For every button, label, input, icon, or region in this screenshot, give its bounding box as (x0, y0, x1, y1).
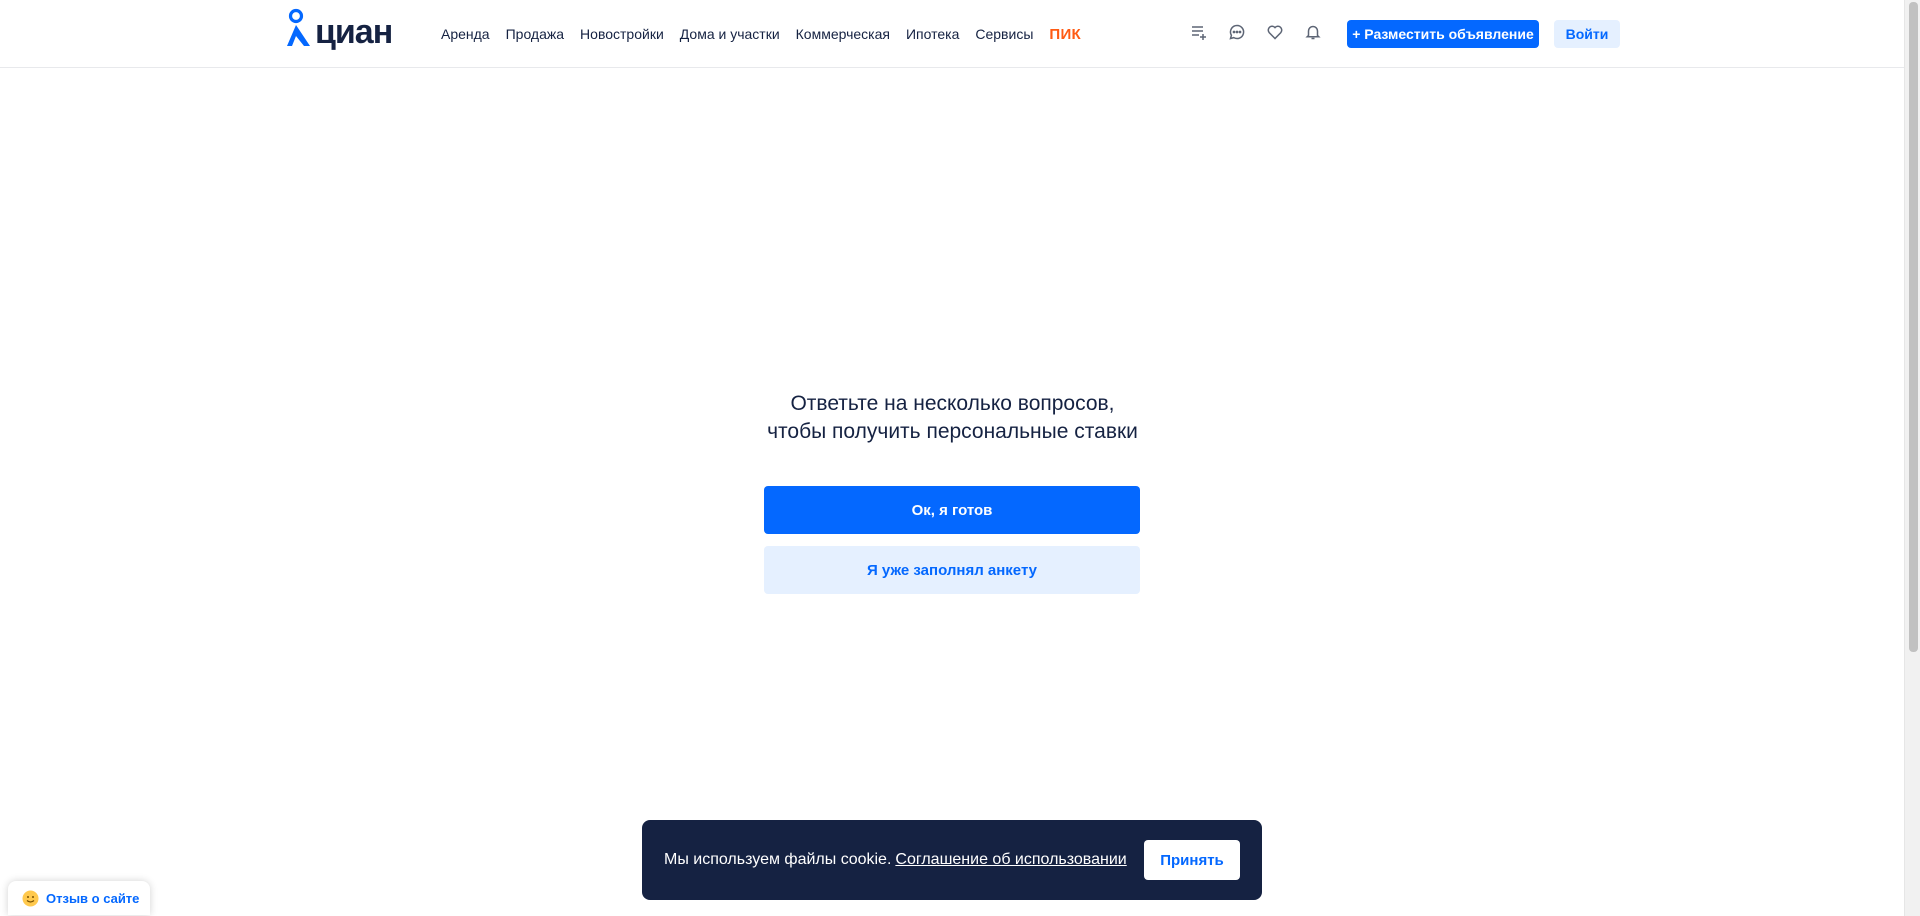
nav-sale[interactable]: Продажа (506, 26, 564, 42)
already-filled-button[interactable]: Я уже заполнял анкету (764, 546, 1140, 594)
heart-icon[interactable] (1256, 20, 1294, 44)
main-nav: Аренда Продажа Новостройки Дома и участк… (441, 24, 1081, 44)
nav-new-buildings[interactable]: Новостройки (580, 26, 664, 42)
ready-button[interactable]: Ок, я готов (764, 486, 1140, 534)
page-title: Ответьте на несколько вопросов, чтобы по… (700, 390, 1205, 446)
cookie-agreement-link[interactable]: Соглашение об использовании (895, 851, 1126, 869)
nav-pik[interactable]: ПИК (1049, 26, 1081, 43)
logo-text: циан (315, 13, 393, 51)
nav-commercial[interactable]: Коммерческая (796, 26, 890, 42)
login-button[interactable]: Войти (1554, 20, 1620, 48)
page: циан Аренда Продажа Новостройки Дома и у… (0, 0, 1920, 916)
cookie-text: Мы используем файлы cookie. (664, 851, 892, 868)
site-header: циан Аренда Продажа Новостройки Дома и у… (0, 0, 1904, 68)
title-line-2: чтобы получить персональные ставки (767, 420, 1138, 443)
header-icons (1180, 20, 1332, 44)
nav-rent[interactable]: Аренда (441, 26, 490, 42)
nav-mortgage[interactable]: Ипотека (906, 26, 959, 42)
cian-logo[interactable]: циан (283, 8, 393, 51)
logo-pin-icon (287, 8, 310, 46)
post-listing-button[interactable]: + Разместить объявление (1347, 20, 1539, 48)
nav-services[interactable]: Сервисы (975, 26, 1033, 42)
compare-list-icon[interactable] (1180, 20, 1218, 44)
feedback-label: Отзыв о сайте (46, 890, 140, 906)
vertical-scrollbar[interactable] (1904, 0, 1920, 916)
bell-icon[interactable] (1294, 20, 1332, 44)
feedback-button[interactable]: Отзыв о сайте (8, 881, 150, 915)
smile-icon (22, 890, 39, 906)
title-line-1: Ответьте на несколько вопросов, (790, 392, 1115, 415)
nav-houses-lands[interactable]: Дома и участки (680, 26, 780, 42)
chat-icon[interactable] (1218, 20, 1256, 44)
scrollbar-thumb[interactable] (1909, 2, 1918, 652)
cookie-accept-button[interactable]: Принять (1144, 840, 1240, 880)
cookie-banner: Мы используем файлы cookie. Соглашение о… (642, 820, 1262, 900)
